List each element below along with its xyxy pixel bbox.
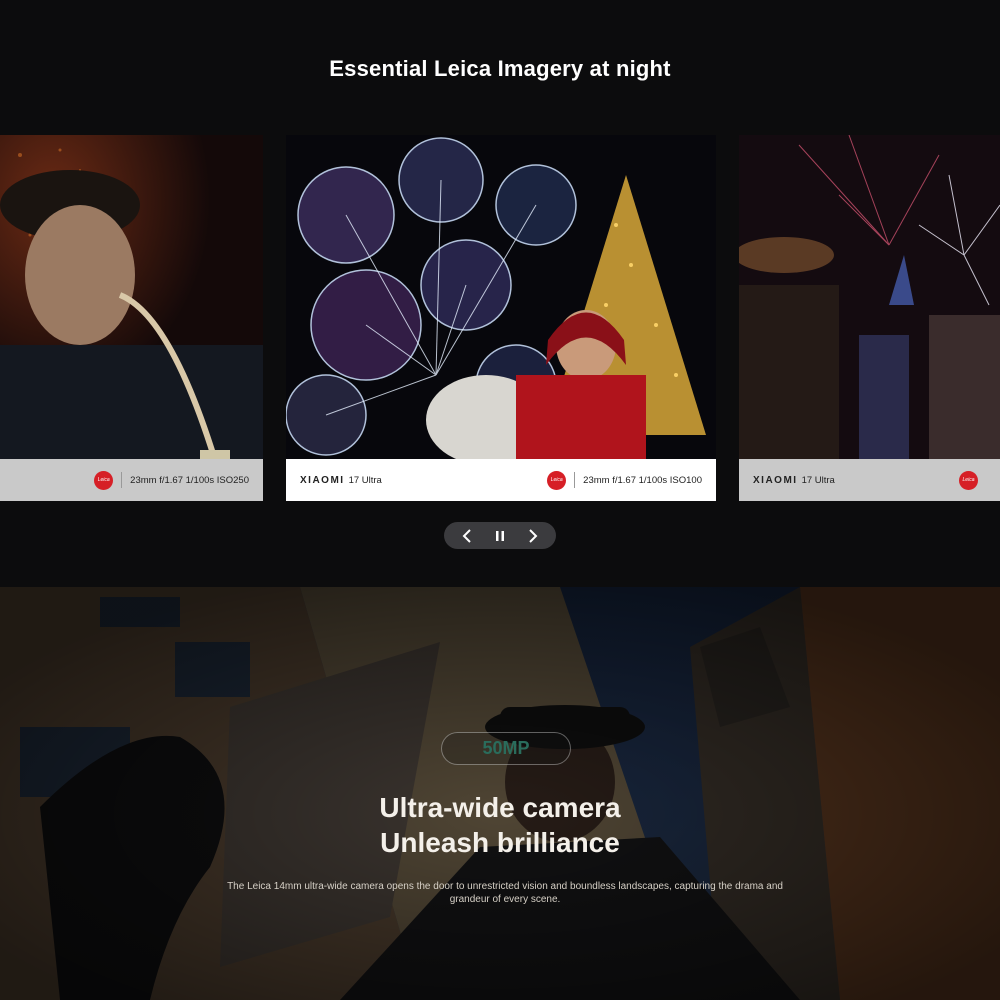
leica-logo-icon: Leica xyxy=(959,470,978,490)
next-button[interactable] xyxy=(519,524,547,548)
leica-logo-icon: Leica xyxy=(94,470,114,490)
divider xyxy=(574,472,576,488)
slide-photo xyxy=(286,135,716,459)
photo-caption: Leica 23mm f/1.67 1/100s ISO250 xyxy=(0,459,263,501)
carousel-slide-prev[interactable]: Leica 23mm f/1.67 1/100s ISO250 xyxy=(0,135,263,501)
section-title: Essential Leica Imagery at night xyxy=(329,56,671,81)
slide-photo xyxy=(739,135,1000,459)
brand-label: XIAOMI xyxy=(300,474,345,486)
model-label: 17 Ultra xyxy=(801,474,835,486)
photo-caption: XIAOMI 17 Ultra Leica 23mm f/1.67 1/100s… xyxy=(286,459,716,501)
pause-button[interactable] xyxy=(486,524,514,548)
feature-description: The Leica 14mm ultra-wide camera opens t… xyxy=(227,881,783,905)
chevron-left-icon xyxy=(462,528,471,543)
megapixel-badge: 50MP xyxy=(441,732,571,765)
leica-logo-icon: Leica xyxy=(547,470,567,490)
exif-specs: 23mm f/1.67 1/100s ISO250 xyxy=(130,474,249,486)
model-label: 17 Ultra xyxy=(348,474,382,486)
feature-subheadline: Unleash brilliance xyxy=(380,827,620,858)
slide-photo xyxy=(0,135,263,459)
imagery-section: Essential Leica Imagery at night Leica 2… xyxy=(0,0,1000,587)
pause-icon xyxy=(495,530,504,541)
chevron-right-icon xyxy=(529,528,538,543)
divider xyxy=(121,472,123,488)
carousel-controls xyxy=(444,522,556,549)
ultra-wide-feature-section: 50MP Ultra-wide camera Unleash brillianc… xyxy=(0,587,1000,1000)
brand-label: XIAOMI xyxy=(753,474,798,486)
feature-headline: Ultra-wide camera xyxy=(379,792,621,823)
exif-specs: 23mm f/1.67 1/100s ISO100 xyxy=(583,474,702,486)
carousel-slide-next[interactable]: XIAOMI 17 Ultra Leica xyxy=(739,135,1000,501)
carousel-slide-active[interactable]: XIAOMI 17 Ultra Leica 23mm f/1.67 1/100s… xyxy=(286,135,716,501)
photo-caption: XIAOMI 17 Ultra Leica xyxy=(739,459,1000,501)
prev-button[interactable] xyxy=(453,524,481,548)
